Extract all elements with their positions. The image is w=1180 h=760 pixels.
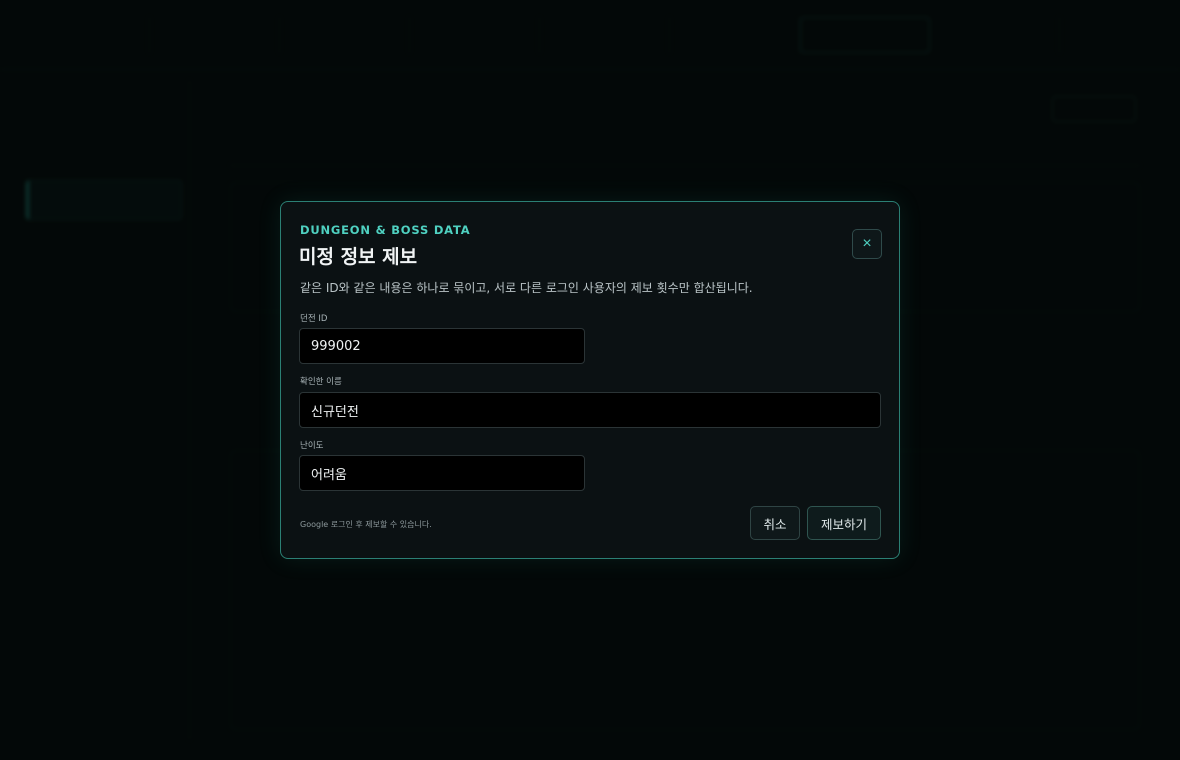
report-modal: DUNGEON & BOSS DATA 미정 정보 제보 × 같은 ID와 같은… <box>280 201 900 559</box>
difficulty-label: 난이도 <box>300 441 324 451</box>
confirmed-name-label: 확인한 이름 <box>300 377 342 387</box>
login-note: Google 로그인 후 제보할 수 있습니다. <box>300 520 432 529</box>
submit-button[interactable]: 제보하기 <box>807 506 881 540</box>
close-button[interactable]: × <box>852 229 882 259</box>
dungeon-id-label: 던전 ID <box>300 314 328 324</box>
close-icon: × <box>862 235 872 252</box>
confirmed-name-field[interactable] <box>299 392 881 428</box>
modal-description: 같은 ID와 같은 내용은 하나로 묶이고, 서로 다른 로그인 사용자의 제보… <box>300 281 753 295</box>
cancel-button[interactable]: 취소 <box>750 506 800 540</box>
modal-title: 미정 정보 제보 <box>299 246 418 268</box>
difficulty-field[interactable] <box>299 455 585 491</box>
modal-kicker: DUNGEON & BOSS DATA <box>300 223 471 237</box>
dungeon-id-field[interactable] <box>299 328 585 364</box>
app-root: DUNGEON & BOSS DATA 미정 정보 제보 × 같은 ID와 같은… <box>0 0 1180 760</box>
